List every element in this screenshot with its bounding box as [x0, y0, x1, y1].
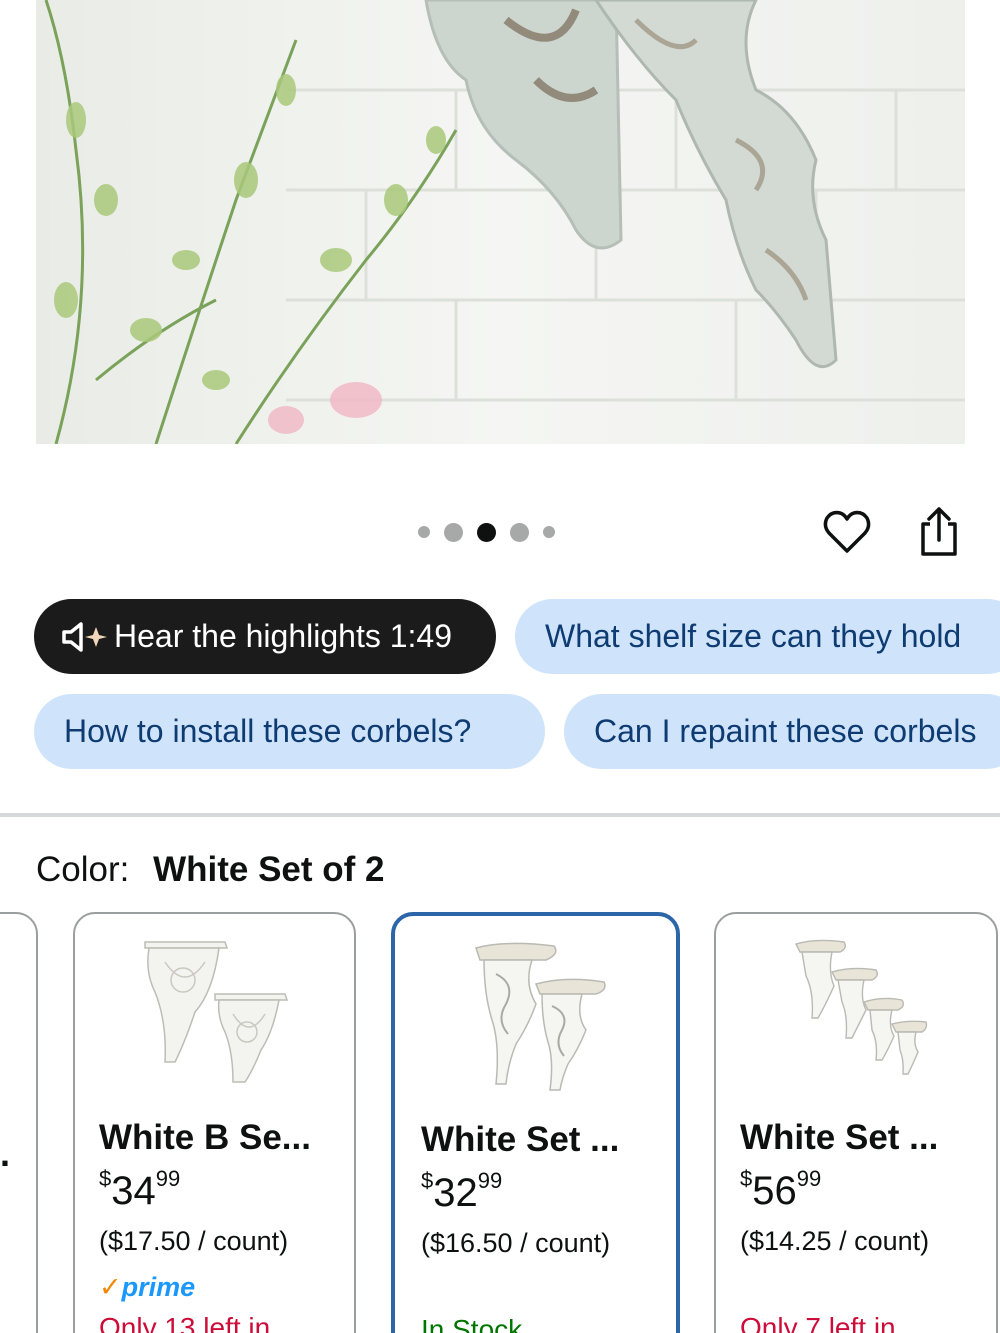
question-chip-install[interactable]: How to install these corbels?: [34, 694, 545, 769]
carousel-dot[interactable]: [510, 522, 529, 542]
corbel-product-photo: [36, 0, 965, 444]
color-label: Color:: [36, 850, 130, 889]
prime-badge: ✓prime: [99, 1272, 195, 1303]
variant-price: $3499: [99, 1166, 180, 1214]
variant-card-previous[interactable]: [0, 912, 38, 1333]
carousel-dot[interactable]: [444, 522, 463, 542]
price-symbol: $: [99, 1166, 112, 1191]
variant-title: White B Se...: [99, 1118, 311, 1157]
question-chip-shelf-size[interactable]: What shelf size can they hold: [515, 599, 1000, 674]
carousel-dot-active[interactable]: [477, 522, 496, 542]
truncated-text-dot: .: [0, 1133, 11, 1174]
variant-thumbnail-scroll-corbels: [474, 942, 606, 1091]
hear-highlights-label: Hear the highlights 1:49: [114, 618, 452, 654]
product-image[interactable]: [36, 0, 965, 444]
question-chip-label: Can I repaint these corbels: [594, 713, 977, 749]
carousel-dot[interactable]: [543, 526, 555, 538]
price-whole: 56: [752, 1169, 797, 1213]
variant-title: White Set ...: [421, 1120, 620, 1159]
question-chip-label: How to install these corbels?: [64, 713, 472, 749]
price-symbol: $: [421, 1168, 434, 1193]
variant-stock-status: In Stock: [421, 1314, 523, 1333]
image-carousel-dots[interactable]: [418, 520, 555, 544]
price-fraction: 99: [155, 1166, 181, 1191]
carousel-dot[interactable]: [418, 526, 430, 538]
selected-color-value: White Set of 2: [153, 850, 385, 889]
variant-card-selected[interactable]: White Set ... $3299 ($16.50 / count) In …: [391, 912, 680, 1333]
hear-highlights-button[interactable]: Hear the highlights 1:49: [34, 599, 496, 674]
variant-thumbnail-corbel-set-of-4: [795, 939, 928, 1075]
variant-unit-price: ($17.50 / count): [99, 1226, 289, 1256]
prime-check-icon: ✓: [99, 1272, 122, 1302]
price-whole: 34: [111, 1169, 156, 1213]
share-icon[interactable]: [915, 506, 963, 558]
variant-card[interactable]: White B Se... $3499 ($17.50 / count) ✓pr…: [73, 912, 356, 1333]
section-divider: [0, 813, 1000, 817]
variant-price: $5699: [740, 1166, 821, 1214]
price-fraction: 99: [796, 1166, 822, 1191]
variant-thumbnail-ornate-corbels: [143, 941, 288, 1083]
variant-unit-price: ($14.25 / count): [740, 1226, 930, 1256]
price-symbol: $: [740, 1166, 753, 1191]
prime-label: prime: [121, 1272, 196, 1302]
speaker-sparkle-icon: [62, 621, 107, 652]
variant-price: $3299: [421, 1168, 502, 1216]
question-chip-repaint[interactable]: Can I repaint these corbels: [564, 694, 1000, 769]
price-whole: 32: [433, 1171, 478, 1215]
color-selection-header: Color: White Set of 2: [36, 850, 385, 890]
variant-card[interactable]: White Set ... $5699 ($14.25 / count) Onl…: [714, 912, 998, 1333]
variant-stock-status: Only 7 left in: [740, 1312, 896, 1333]
heart-icon[interactable]: [822, 507, 872, 557]
variant-stock-status: Only 13 left in: [99, 1312, 271, 1333]
price-fraction: 99: [477, 1168, 503, 1193]
variant-unit-price: ($16.50 / count): [421, 1228, 611, 1258]
question-chip-label: What shelf size can they hold: [545, 618, 962, 654]
variant-title: White Set ...: [740, 1118, 939, 1157]
